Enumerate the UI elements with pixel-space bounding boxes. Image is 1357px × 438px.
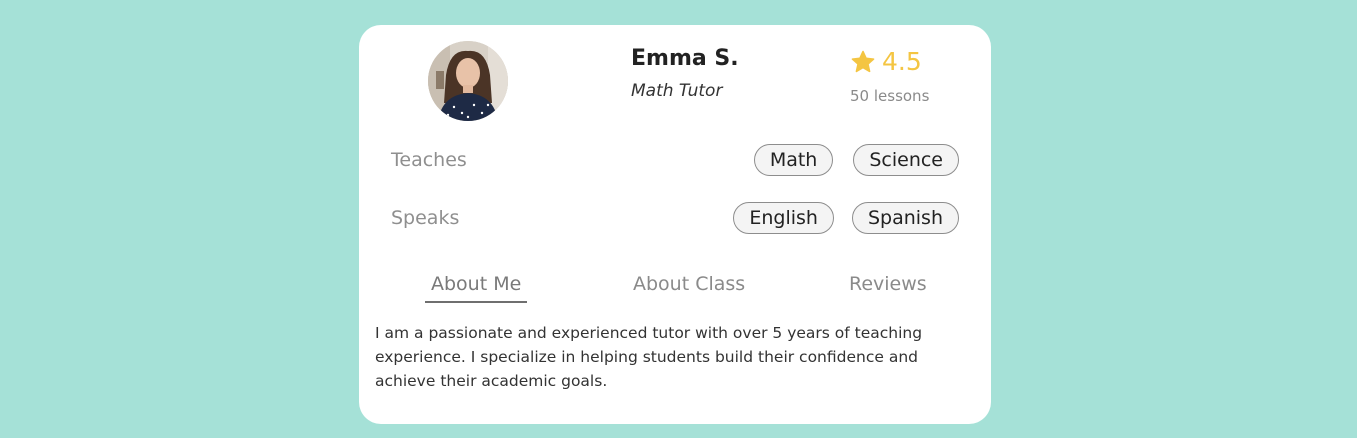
tutor-name: Emma S. xyxy=(631,46,739,71)
star-icon xyxy=(851,50,875,72)
tutor-card: Emma S. Math Tutor 4.5 50 lessons Teache… xyxy=(359,25,991,424)
tutor-role: Math Tutor xyxy=(631,81,723,101)
subject-tags: Math Science xyxy=(753,144,959,176)
avatar xyxy=(428,41,508,121)
tab-about-class[interactable]: About Class xyxy=(627,273,751,301)
tab-about-me[interactable]: About Me xyxy=(425,273,528,303)
lesson-count: 50 lessons xyxy=(850,87,930,105)
tab-reviews[interactable]: Reviews xyxy=(843,273,933,301)
tab-bar: About Me About Class Reviews xyxy=(359,273,991,307)
subject-tag-math[interactable]: Math xyxy=(753,144,834,176)
teaches-label: Teaches xyxy=(391,149,467,171)
language-tag-english[interactable]: English xyxy=(733,202,834,234)
speaks-label: Speaks xyxy=(391,207,460,229)
subject-tag-science[interactable]: Science xyxy=(853,144,959,176)
about-me-text: I am a passionate and experienced tutor … xyxy=(375,324,923,390)
rating-value: 4.5 xyxy=(882,47,922,76)
rating: 4.5 xyxy=(850,47,922,76)
language-tag-spanish[interactable]: Spanish xyxy=(851,202,959,234)
avatar-photo xyxy=(428,41,508,121)
language-tags: English Spanish xyxy=(733,202,959,234)
